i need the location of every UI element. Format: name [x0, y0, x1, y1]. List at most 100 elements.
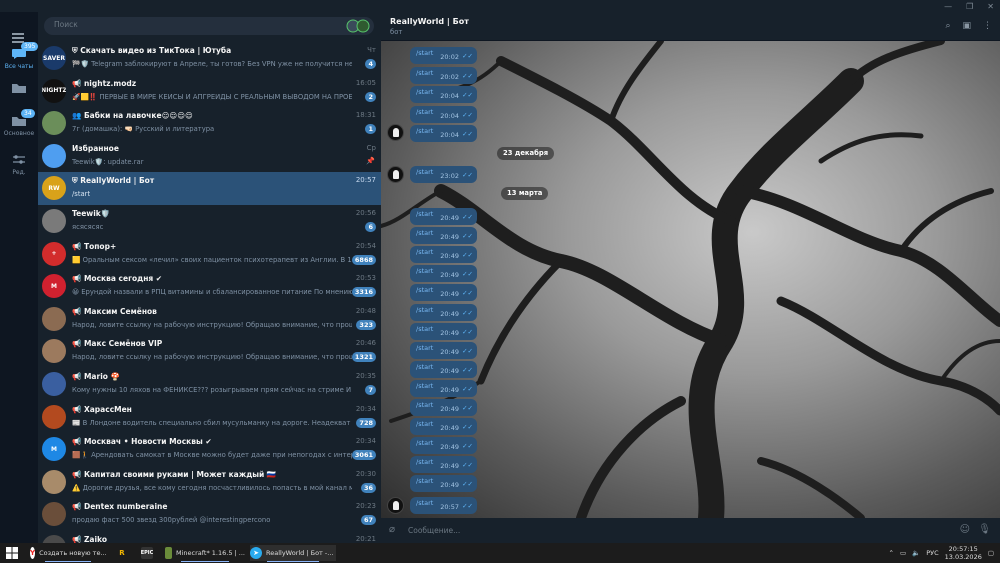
message-bubble[interactable]: /start 20:04 ✓✓ — [410, 125, 477, 142]
chat-list-item[interactable]: 👥 Бабки на лавочке😌😌😌😌 18:31 7г (домашка… — [38, 107, 381, 140]
message-composer[interactable]: ⌀ Сообщение... ☺ 🎙 — [381, 518, 1000, 543]
chat-list-item[interactable]: NIGHTZ 📢 nightz.modz 16:05 🚀🟨‼️ ПЕРВЫЕ В… — [38, 75, 381, 108]
start-button[interactable] — [6, 545, 18, 561]
chat-list-item[interactable]: RW ⛨ ReallyWorld | Бот 20:57 /start — [38, 172, 381, 205]
sidebar-toggle-icon[interactable]: ▣ — [962, 21, 971, 31]
message-bubble[interactable]: /start 20:49 ✓✓ — [410, 399, 477, 416]
stories-icon[interactable] — [345, 19, 371, 33]
chat-list-item[interactable]: M 📢 Москвач • Новости Москвы ✔ 20:34 🟫🚶 … — [38, 433, 381, 466]
message-bubble[interactable]: /start 20:49 ✓✓ — [410, 322, 477, 340]
date-separator: 13 марта — [501, 187, 549, 200]
message-text[interactable]: /start — [416, 458, 433, 466]
folder-all-chats[interactable]: 395 Все чаты — [0, 42, 39, 70]
message-text[interactable]: /start — [416, 420, 433, 428]
message-text[interactable]: /start — [416, 401, 433, 409]
message-text[interactable]: /start — [416, 88, 433, 96]
message-bubble[interactable]: /start 20:49 ✓✓ — [410, 475, 477, 493]
taskbar-telegram[interactable]: ➤ ReallyWorld | Бот -... — [250, 545, 336, 562]
message-bubble[interactable]: /start 20:04 ✓✓ — [410, 105, 477, 123]
chat-list-item[interactable]: Teewik🛡️ 20:56 ясясясяс 6 — [38, 205, 381, 238]
message-bubble[interactable]: /start 20:49 ✓✓ — [410, 265, 477, 283]
message-text[interactable]: /start — [416, 382, 433, 390]
message-text[interactable]: /start — [416, 49, 433, 57]
folder-edit[interactable]: Ред. — [0, 154, 38, 176]
message-text[interactable]: /start — [416, 306, 433, 314]
taskbar-epic[interactable]: EPIC — [141, 545, 157, 561]
message-bubble[interactable]: /start 20:49 ✓✓ — [410, 437, 477, 455]
network-icon[interactable]: ▭ — [900, 549, 906, 557]
chat-list-item[interactable]: 📢 Капитал своими руками | Может каждый 🇷… — [38, 466, 381, 499]
message-bubble[interactable]: /start 20:02 ✓✓ — [410, 47, 477, 64]
chat-list-item[interactable]: 📢 Макс Семёнов VIP 20:46 Народ, ловите с… — [38, 335, 381, 368]
chat-time: 20:30 — [355, 469, 376, 478]
message-bubble[interactable]: /start 20:49 ✓✓ — [410, 227, 477, 245]
search-input[interactable]: Поиск — [44, 17, 374, 35]
message-text[interactable]: /start — [416, 248, 433, 256]
message-text[interactable]: /start — [416, 168, 433, 176]
message-text[interactable]: /start — [416, 267, 433, 275]
volume-icon[interactable]: 🔈 — [912, 549, 920, 557]
message-bubble[interactable]: /start 20:49 ✓✓ — [410, 379, 477, 397]
message-time: 20:49 — [440, 443, 459, 452]
chat-time: Ср — [366, 143, 376, 152]
chat-type-icon: 📢 — [72, 241, 82, 251]
tray-chevron-icon[interactable]: ⌃ — [889, 549, 894, 557]
chat-list-item[interactable]: 📢 ХарассМен 20:34 📰 В Лондоне водитель с… — [38, 401, 381, 434]
language-indicator[interactable]: РУС — [926, 549, 938, 557]
folder-icon: 34 — [11, 109, 35, 127]
chat-header[interactable]: ReallyWorld | Бот бот ⌕ ▣ ⋮ — [381, 12, 1000, 41]
more-icon[interactable]: ⋮ — [983, 21, 992, 31]
message-bubble[interactable]: /start 20:49 ✓✓ — [410, 360, 477, 378]
chat-list-item[interactable]: 📢 Максим Семёнов 20:48 Народ, ловите ссы… — [38, 303, 381, 336]
message-text[interactable]: /start — [416, 363, 433, 371]
chat-list-item[interactable]: 📢 Zaiko 20:21 — [38, 531, 381, 543]
message-text[interactable]: /start — [416, 229, 433, 237]
clock[interactable]: 20:57:15 13.03.2026 — [945, 545, 982, 561]
bot-avatar[interactable] — [387, 166, 404, 183]
message-text[interactable]: /start — [416, 477, 433, 485]
message-bubble[interactable]: /start 20:02 ✓✓ — [410, 66, 477, 84]
message-text[interactable]: /start — [416, 344, 433, 352]
taskbar-browser[interactable]: Y Создать новую те... — [30, 545, 107, 562]
message-bubble[interactable]: /start 20:49 ✓✓ — [410, 456, 477, 474]
message-bubble[interactable]: /start 20:49 ✓✓ — [410, 418, 477, 436]
bot-avatar[interactable] — [387, 497, 404, 514]
chat-list-item[interactable]: SAVER ⛨ Скачать видео из ТикТока | Ютуба… — [38, 42, 381, 75]
microphone-icon[interactable]: 🎙 — [978, 524, 991, 535]
message-text[interactable]: /start — [416, 210, 433, 218]
message-bubble[interactable]: /start 20:49 ✓✓ — [410, 208, 477, 225]
maximize-icon[interactable]: ❐ — [966, 2, 973, 11]
taskbar-app-r[interactable]: R — [116, 545, 132, 561]
folder-empty[interactable] — [0, 82, 38, 94]
message-bubble[interactable]: /start 20:57 ✓✓ — [410, 497, 477, 514]
message-text[interactable]: /start — [416, 286, 433, 294]
message-text[interactable]: /start — [416, 69, 433, 77]
close-icon[interactable]: ✕ — [987, 2, 994, 11]
message-text[interactable]: /start — [416, 127, 433, 135]
composer-input[interactable]: Сообщение... — [408, 526, 460, 535]
chat-list-item[interactable]: M 📢 Москва сегодня ✔ 20:53 😀 Ерундой наз… — [38, 270, 381, 303]
chat-list-item[interactable]: 📢 Mario 🍄 20:35 Кому нужны 10 ляхов на Ф… — [38, 368, 381, 401]
bot-avatar[interactable] — [387, 124, 404, 141]
minimize-icon[interactable]: — — [944, 2, 952, 11]
taskbar-minecraft[interactable]: Minecraft* 1.16.5 | ... — [165, 545, 245, 562]
message-bubble[interactable]: /start 20:49 ✓✓ — [410, 284, 477, 302]
message-bubble[interactable]: /start 20:49 ✓✓ — [410, 341, 477, 359]
notifications-icon[interactable]: ▢ — [988, 549, 994, 557]
message-text[interactable]: /start — [416, 108, 433, 116]
search-icon[interactable]: ⌕ — [945, 21, 950, 31]
chat-list-item[interactable]: Избранное Ср Teewik🛡️: update.rar 📌 — [38, 140, 381, 173]
chat-list-item[interactable]: 📢 Dentex numberaine 20:23 продаю фаст 50… — [38, 498, 381, 531]
emoji-icon[interactable]: ☺ — [960, 524, 970, 535]
attach-icon[interactable]: ⌀ — [389, 524, 395, 535]
message-bubble[interactable]: /start 23:02 ✓✓ — [410, 166, 477, 183]
chat-type-icon: 📢 — [72, 469, 82, 479]
chat-list-item[interactable]: + 📢 Топор+ 20:54 🟨 Оральным сексом «лечи… — [38, 238, 381, 271]
message-text[interactable]: /start — [416, 499, 433, 507]
folder-main[interactable]: 34 Основное — [0, 109, 38, 137]
message-bubble[interactable]: /start 20:04 ✓✓ — [410, 86, 477, 103]
message-text[interactable]: /start — [416, 439, 433, 447]
message-bubble[interactable]: /start 20:49 ✓✓ — [410, 303, 477, 321]
message-text[interactable]: /start — [416, 325, 433, 333]
message-bubble[interactable]: /start 20:49 ✓✓ — [410, 246, 477, 264]
